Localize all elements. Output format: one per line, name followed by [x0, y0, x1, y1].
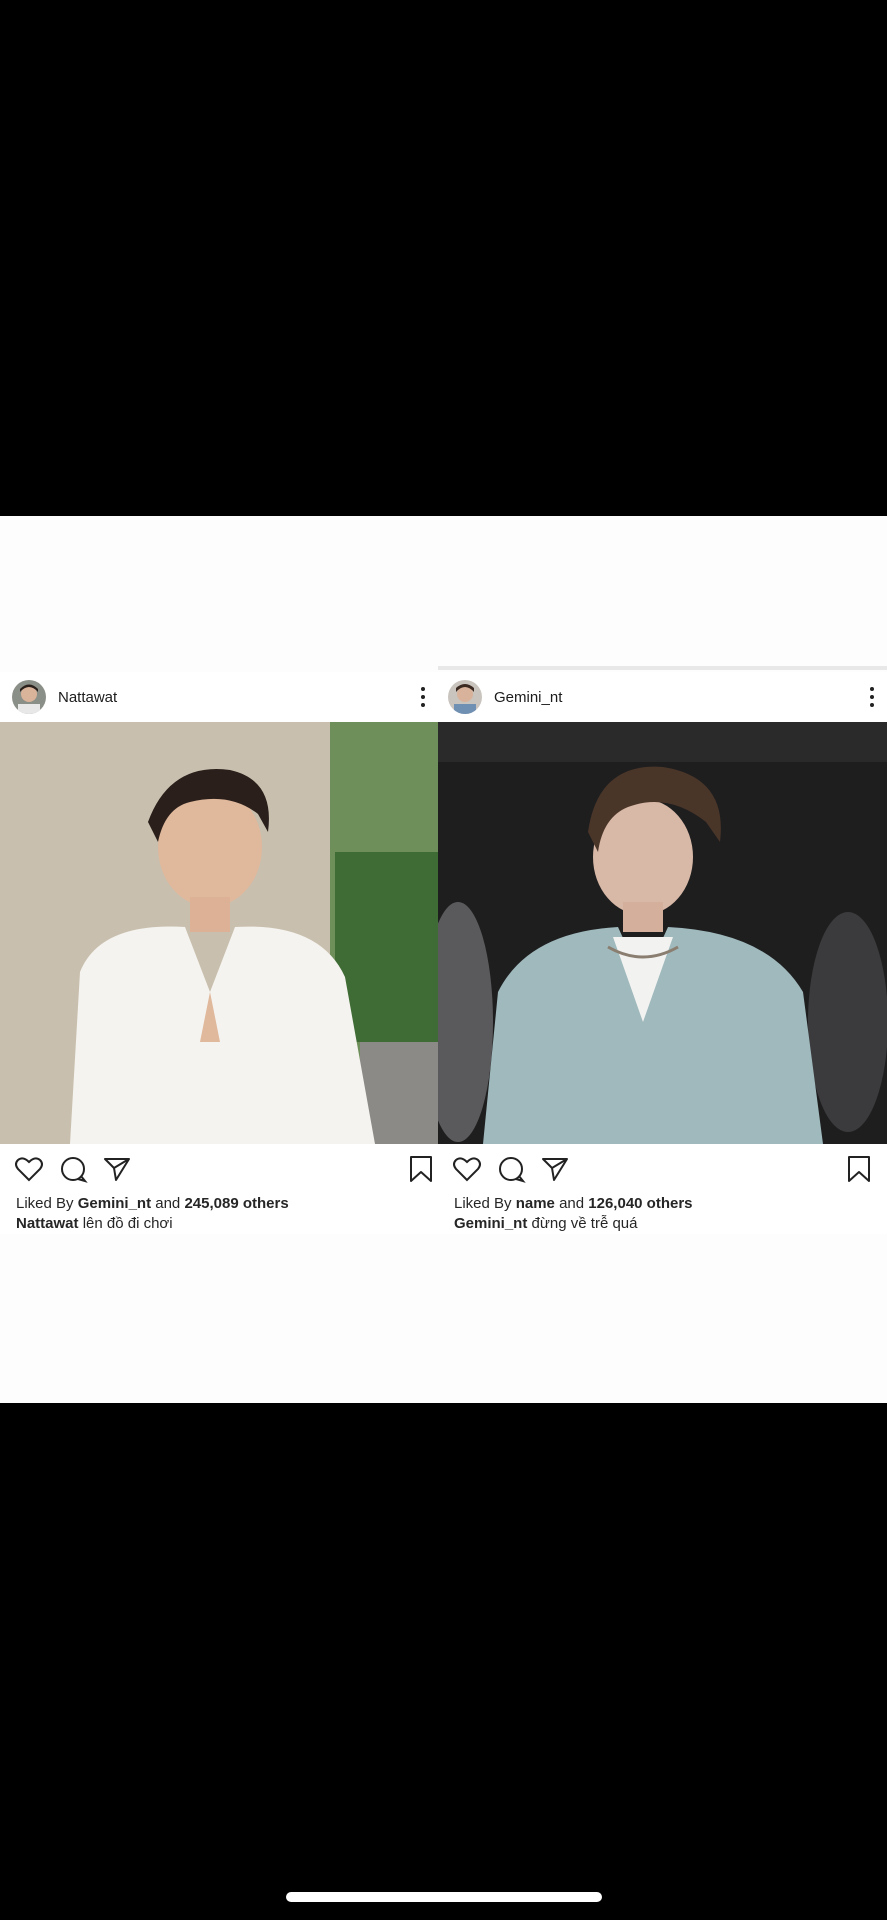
post-username[interactable]: Nattawat — [58, 689, 117, 706]
liked-by-prefix: Liked By — [16, 1195, 74, 1212]
comment-bubble-icon[interactable] — [58, 1154, 88, 1184]
liked-by-and: and — [559, 1195, 585, 1212]
caption-username[interactable]: Gemini_nt — [454, 1215, 527, 1232]
post-card-left: Nattawat Liked By Gemini_nt and 245,089 … — [0, 672, 438, 1234]
comment-bubble-icon[interactable] — [496, 1154, 526, 1184]
likes-count[interactable]: 126,040 others — [588, 1195, 692, 1212]
liked-by-user[interactable]: Gemini_nt — [78, 1195, 151, 1212]
heart-icon[interactable] — [452, 1154, 482, 1184]
likes-count[interactable]: 245,089 others — [184, 1195, 288, 1212]
home-indicator[interactable] — [286, 1892, 602, 1902]
post-actions — [438, 1144, 887, 1194]
more-options-icon[interactable] — [869, 687, 875, 707]
paper-plane-icon[interactable] — [102, 1154, 132, 1184]
caption-text: lên đồ đi chơi — [82, 1215, 173, 1232]
liked-by-user[interactable]: name — [516, 1195, 555, 1212]
post-caption: Gemini_nt đừng về trễ quá — [438, 1214, 887, 1234]
more-options-icon[interactable] — [420, 687, 426, 707]
post-username[interactable]: Gemini_nt — [494, 689, 562, 706]
heart-icon[interactable] — [14, 1154, 44, 1184]
screen: Nattawat Liked By Gemini_nt and 245,089 … — [0, 0, 887, 1920]
content-panel: Nattawat Liked By Gemini_nt and 245,089 … — [0, 516, 887, 1403]
post-header: Nattawat — [0, 672, 438, 722]
liked-by-and: and — [155, 1195, 181, 1212]
post-caption: Nattawat lên đồ đi chơi — [0, 1214, 438, 1234]
bookmark-icon[interactable] — [844, 1154, 874, 1184]
paper-plane-icon[interactable] — [540, 1154, 570, 1184]
post-header: Gemini_nt — [438, 672, 887, 722]
avatar[interactable] — [12, 680, 46, 714]
liked-by-prefix: Liked By — [454, 1195, 512, 1212]
caption-text: đừng về trễ quá — [531, 1215, 638, 1232]
likes-summary: Liked By name and 126,040 others — [438, 1194, 887, 1214]
post-actions — [0, 1144, 438, 1194]
post-photo[interactable] — [438, 722, 887, 1144]
likes-summary: Liked By Gemini_nt and 245,089 others — [0, 1194, 438, 1214]
caption-username[interactable]: Nattawat — [16, 1215, 79, 1232]
bookmark-icon[interactable] — [406, 1154, 436, 1184]
post-photo[interactable] — [0, 722, 438, 1144]
avatar[interactable] — [448, 680, 482, 714]
post-card-right: Gemini_nt Liked By name and 126,040 othe… — [438, 666, 887, 1234]
